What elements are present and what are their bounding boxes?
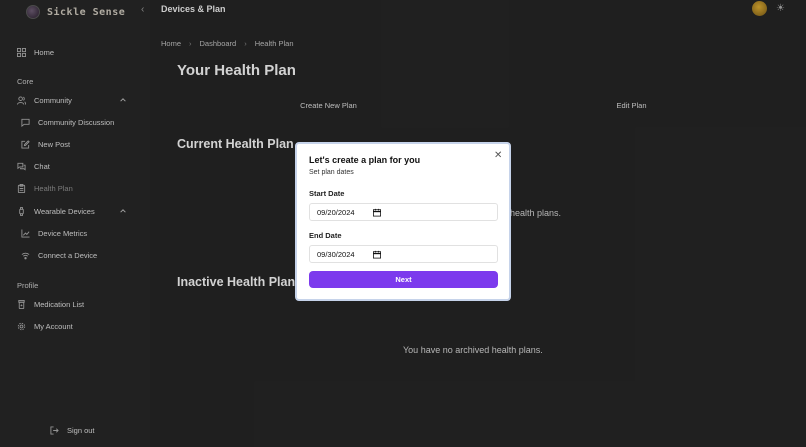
start-date-label: Start Date bbox=[309, 189, 345, 198]
create-plan-dialog: ✕ Let's create a plan for you Set plan d… bbox=[295, 142, 511, 301]
calendar-icon[interactable] bbox=[373, 208, 381, 217]
start-date-value: 09/20/2024 bbox=[317, 207, 355, 217]
end-date-value: 09/30/2024 bbox=[317, 249, 355, 259]
dialog-title: Let's create a plan for you bbox=[309, 155, 421, 165]
next-button[interactable]: Next bbox=[309, 271, 498, 288]
end-date-input[interactable]: 09/30/2024 bbox=[309, 245, 498, 263]
dialog-subtitle: Set plan dates bbox=[309, 169, 354, 176]
start-date-input[interactable]: 09/20/2024 bbox=[309, 203, 498, 221]
calendar-icon[interactable] bbox=[373, 250, 381, 259]
end-date-label: End Date bbox=[309, 231, 342, 240]
close-icon[interactable]: ✕ bbox=[494, 150, 502, 161]
